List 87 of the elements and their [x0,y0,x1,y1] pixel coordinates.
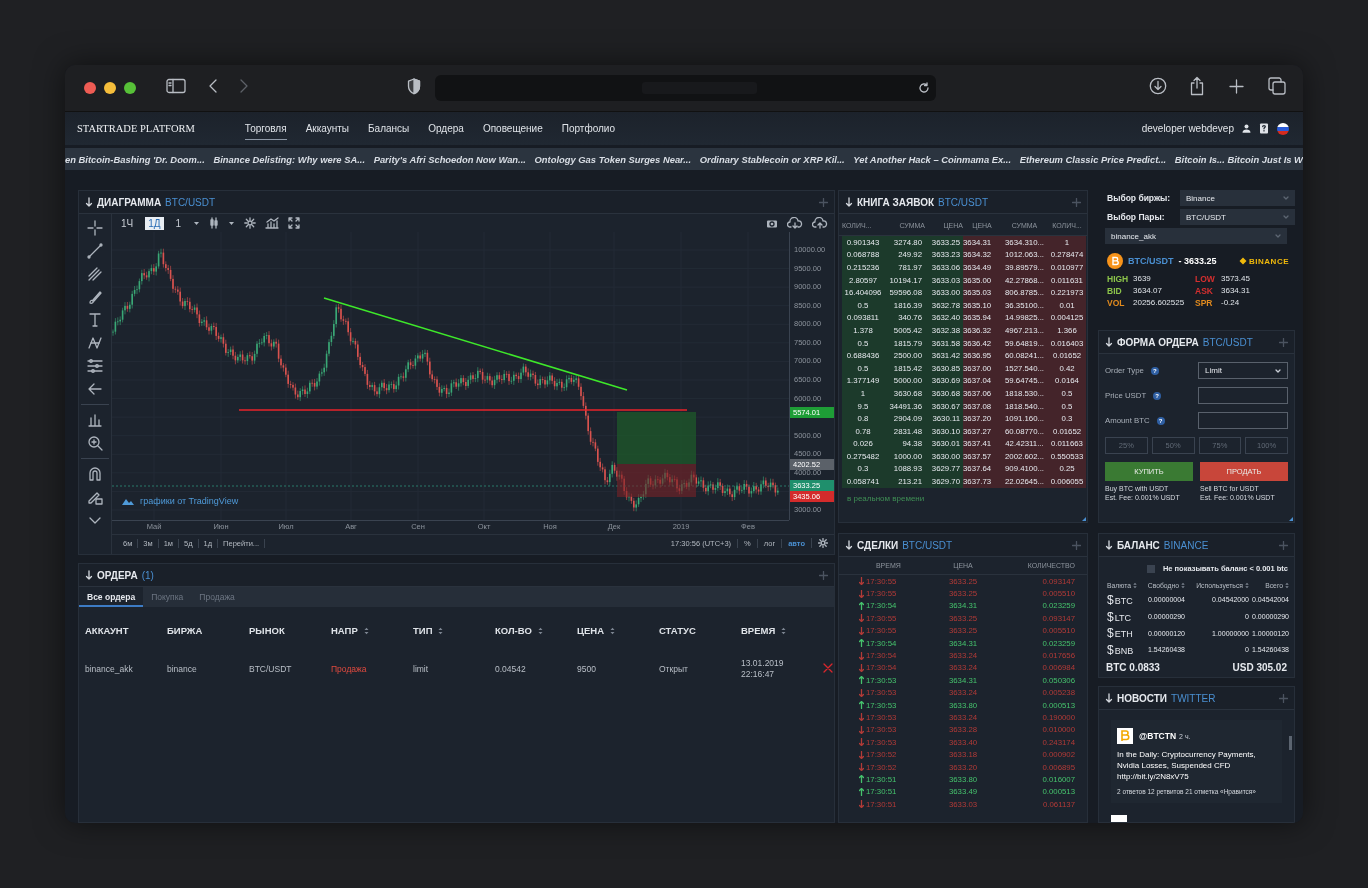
user-name: developer webdevep [1141,123,1234,134]
column-header[interactable]: АККАУНТ [85,625,129,636]
tweet-author[interactable]: @BTCTN [1139,731,1177,741]
stat-label: LOW [1195,274,1216,284]
panel-title: БАЛАНС [1117,539,1160,551]
news-headline-link[interactable]: Parity's Afri Schoedon Now Wan... [373,153,526,165]
coin-name: BNB [1114,645,1134,656]
column-header[interactable]: ЦЕНА [577,625,615,636]
brand-logo-text: STARTRADE PLATFORM [77,123,195,134]
orders-tab[interactable]: Все ордера [79,587,144,607]
panel-title: СДЕЛКИ [857,539,899,551]
tradingview-credit-link[interactable]: графики от TradingView [140,496,239,506]
currency-sign: $ [1107,609,1114,624]
stat-value: 20256.602525 [1133,298,1186,308]
news-headline-link[interactable]: Ethereum Classic Price Predict... [1019,153,1167,165]
table-cell-text: binance_akk [85,664,134,674]
field-label: Выбор Пары: [1107,212,1165,222]
panel-subtitle: BTC/USDT [902,539,953,551]
column-header[interactable]: ВРЕМЯ [741,625,787,636]
stat-label: VOL [1107,298,1126,308]
table-cell-text: limit [413,664,430,674]
exchange-logo-text: BINANCE [1249,256,1289,266]
table-cell-text: BTC/USDT [249,664,293,674]
total-btc: BTC 0.0833 [1106,662,1160,673]
panel-subtitle: BTC/USDT [1202,336,1253,348]
stat-value: 3634.31 [1221,286,1251,296]
coin-name: LTC [1114,612,1132,623]
panel-title: КНИГА ЗАЯВОК [857,196,935,208]
panel-subtitle: BINANCE [1163,539,1209,551]
coin-name: ETH [1114,629,1133,640]
nav-link[interactable]: Торговля [244,117,287,140]
status-note: в реальном времени [846,492,926,505]
currency-sign: $ [1107,626,1114,641]
news-headline-link[interactable]: Yet Another Hack – Coinmama Ex... [853,153,1012,165]
news-headline-link[interactable]: Ordinary Stablecoin or XRP Kil... [699,153,845,165]
currency-sign: $ [1107,642,1114,657]
nav-link[interactable]: Ордера [428,117,464,140]
stat-value: 3639 [1133,274,1152,284]
interval-button[interactable]: 1Ч [118,216,137,230]
news-headline-link[interactable]: Ontology Gas Token Surges Near... [534,153,692,165]
column-header[interactable]: РЫНОК [249,625,285,636]
stat-label: SPR [1195,298,1214,308]
stat-label: ASK [1195,286,1214,296]
nav-link[interactable]: Балансы [368,117,410,140]
field-label: Выбор биржы: [1107,193,1171,203]
currency-sign: $ [1107,592,1114,607]
panel-subtitle: TWITTER [1171,692,1216,704]
column-header[interactable]: ТИП [413,625,444,636]
interval-button[interactable]: 1Д [145,216,164,230]
panel-title: ОРДЕРА [97,569,138,581]
pair-select[interactable]: BTC/USDT [1180,209,1295,225]
account-select[interactable]: binance_akk [1105,228,1287,244]
panel-title: ДИАГРАММА [97,196,162,208]
stat-value: -0.24 [1221,298,1241,308]
last-price: - 3633.25 [1178,256,1217,266]
panel-subtitle: BTC/USDT [165,196,216,208]
stat-value: 3573.45 [1221,274,1251,284]
interval-button[interactable]: 1 [172,216,185,230]
column-header[interactable]: БИРЖА [167,625,203,636]
stat-value: 3634.07 [1133,286,1163,296]
exchange-select[interactable]: Binance [1180,190,1295,206]
table-cell-text: Продажа [331,664,368,674]
coin-name: BTC [1114,595,1133,606]
news-headline-link[interactable]: en Bitcoin-Bashing 'Dr. Doom... [65,153,205,165]
table-cell-text: 0.04542 [495,664,527,674]
panel-title: НОВОСТИ [1117,692,1168,704]
table-cell-text: 13.01.2019 22:16:47 [741,658,785,680]
tweet-link[interactable]: http://bit.ly/2N8xV75 [1117,771,1276,782]
table-cell-text: binance [167,664,198,674]
pair-symbol[interactable]: BTC/USDT [1128,256,1174,266]
order-type-select[interactable]: Limit [1198,362,1288,379]
stat-label: BID [1107,286,1123,296]
nav-link[interactable]: Оповещение [482,117,543,140]
column-header[interactable]: КОЛ-ВО [495,625,543,636]
stat-label: HIGH [1107,274,1130,284]
panel-title: ФОРМА ОРДЕРА [1117,336,1199,348]
news-headline-link[interactable]: Binance Delisting: Why were SA... [213,153,365,165]
column-header[interactable]: СТАТУС [659,625,696,636]
total-usd: USD 305.02 [1232,662,1287,673]
table-cell-text: Открыт [659,664,689,674]
column-header[interactable]: НАПР [331,625,369,636]
news-headline-link[interactable]: Bitcoin Is... Bitcoin Just Is W [1174,153,1303,165]
order-count: (1) [141,569,154,581]
nav-link[interactable]: Портфолио [561,117,615,140]
nav-link[interactable]: Аккаунты [305,117,349,140]
panel-subtitle: BTC/USDT [938,196,989,208]
table-cell-text: 9500 [577,664,597,674]
